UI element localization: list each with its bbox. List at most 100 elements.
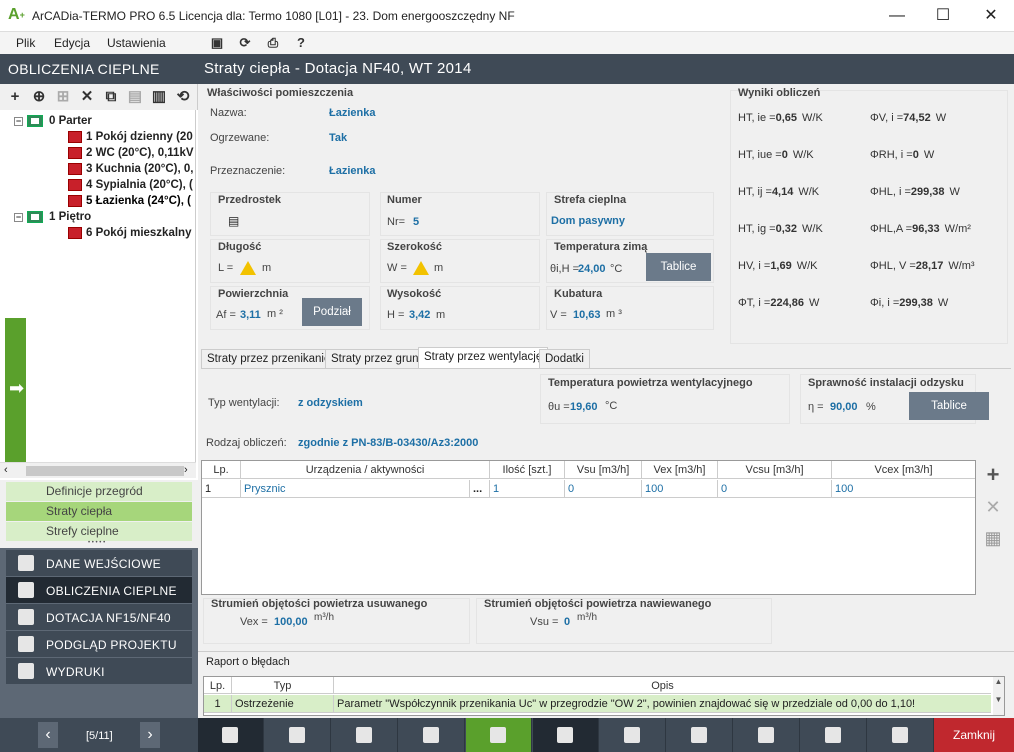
table-cell[interactable]: 1 [490, 480, 565, 498]
calculator-icon[interactable]: ▦ [983, 528, 1003, 548]
table-cell[interactable]: 100 [642, 480, 718, 498]
Af-value[interactable]: 3,11 [240, 309, 261, 321]
eta-value[interactable]: 90,00 [830, 401, 858, 413]
err-cell[interactable]: 1 [204, 695, 232, 713]
name-value[interactable]: Łazienka [329, 107, 375, 119]
add-room-icon[interactable]: ⊕ [30, 88, 48, 106]
prefix-picker-icon[interactable]: ▤ [228, 214, 239, 228]
nav-preview[interactable]: PODGLĄD PROJEKTU [6, 631, 192, 657]
copy-icon[interactable]: ⧉ [102, 88, 120, 106]
close-button[interactable]: Zamknij [934, 718, 1014, 752]
table-icon [423, 727, 439, 743]
result-unit: W/m³ [948, 260, 975, 272]
error-scrollbar[interactable]: ▲ ▼ [993, 677, 1004, 715]
menu-edit[interactable]: Edycja [54, 36, 90, 50]
tab-additions[interactable]: Dodatki [539, 349, 590, 368]
bottom-print-button[interactable] [868, 718, 934, 752]
building-tree: −0 Parter 1 Pokój dzienny (20 2 WC (20°C… [0, 110, 196, 466]
theta-u-value[interactable]: 19,60 [570, 401, 598, 413]
floor-icon [27, 211, 43, 223]
nav-prints[interactable]: WYDRUKI [6, 658, 192, 684]
table-cell[interactable]: 0 [718, 480, 832, 498]
result-item: ΦRH, i =0 W [870, 149, 935, 161]
bottom-edit2-button[interactable] [332, 718, 398, 752]
browse-button[interactable]: ... [470, 480, 490, 498]
nav-grant[interactable]: DOTACJA NF15/NF40 [6, 604, 192, 630]
heated-label: Ogrzewane: [210, 132, 270, 144]
tree-node-room-selected[interactable]: 5 Łazienka (24°C), ( [68, 195, 191, 207]
recovery-tables-button[interactable]: Tablice [909, 392, 989, 420]
table-cell[interactable]: 100 [832, 480, 975, 498]
table-cell[interactable]: 0 [565, 480, 642, 498]
bottom-table-button[interactable] [399, 718, 465, 752]
sync-icon[interactable]: ⟲ [174, 88, 192, 106]
maximize-button[interactable]: ☐ [920, 0, 966, 32]
bottom-edit-button[interactable] [265, 718, 331, 752]
tab-transmission[interactable]: Straty przez przenikanie [201, 349, 337, 368]
purpose-value[interactable]: Łazienka [329, 165, 375, 177]
result-symbol: HT, ie [738, 112, 767, 124]
tree-node-room[interactable]: 3 Kuchnia (20°C), 0, [68, 163, 194, 175]
nav-heat-calc[interactable]: OBLICZENIA CIEPLNE [6, 577, 192, 603]
theta-value[interactable]: 24,00 [578, 263, 606, 275]
prev-page-button[interactable]: ‹ [38, 722, 58, 748]
result-unit: W/K [802, 223, 823, 235]
add-icon[interactable]: + [6, 88, 24, 106]
tree-horizontal-scrollbar[interactable]: ‹ › [0, 462, 196, 478]
room-icon [68, 179, 82, 191]
tree-node-room[interactable]: 4 Sypialnia (20°C), ( [68, 179, 193, 191]
tree-node-floor[interactable]: −1 Piętro [14, 211, 91, 223]
preview-icon[interactable]: ⎙ [264, 34, 282, 52]
purpose-label: Przeznaczenie: [210, 165, 286, 177]
copy-list-icon[interactable]: ▥ [150, 88, 168, 106]
heated-value[interactable]: Tak [329, 132, 347, 144]
H-value[interactable]: 3,42 [409, 309, 430, 321]
bottom-list-button[interactable] [600, 718, 666, 752]
bottom-input-button[interactable] [198, 718, 264, 752]
nr-value[interactable]: 5 [413, 216, 419, 228]
refresh-icon[interactable]: ⟳ [236, 34, 254, 52]
add-row-icon[interactable]: + [983, 464, 1003, 486]
split-button[interactable]: Podział [302, 298, 362, 326]
result-unit: W/K [798, 186, 820, 198]
delete-icon[interactable]: ✕ [78, 88, 96, 106]
nav-input-data[interactable]: DANE WEJŚCIOWE [6, 550, 192, 576]
menu-file[interactable]: Plik [16, 36, 35, 50]
bottom-calc-button[interactable] [533, 718, 599, 752]
tree-node-floor[interactable]: −0 Parter [14, 115, 92, 127]
result-item: Φi, i =299,38 W [870, 297, 949, 309]
subnav-heat-losses[interactable]: Straty ciepła [6, 502, 192, 521]
subnav-heat-zones[interactable]: Strefy cieplne [6, 522, 192, 541]
help-icon[interactable]: ? [292, 34, 310, 52]
zone-value[interactable]: Dom pasywny [551, 215, 625, 227]
number-label: Numer [387, 194, 422, 206]
tree-node-room[interactable]: 1 Pokój dzienny (20 [68, 131, 193, 143]
bottom-list2-button[interactable] [667, 718, 733, 752]
bottom-heat-button[interactable] [466, 718, 532, 752]
menu-settings[interactable]: Ustawienia [107, 36, 166, 50]
save-icon[interactable]: ▣ [208, 34, 226, 52]
tree-node-room[interactable]: 6 Pokój mieszkalny [68, 227, 191, 239]
vent-type-value[interactable]: z odzyskiem [298, 397, 363, 409]
tree-node-room[interactable]: 2 WC (20°C), 0,11kV [68, 147, 194, 159]
bottom-preview-button[interactable] [734, 718, 800, 752]
calc-type-value[interactable]: zgodnie z PN-83/B-03430/Az3:2000 [298, 437, 478, 449]
result-item: HT, ij =4,14 W/K [738, 186, 820, 198]
add-sub-icon[interactable]: ⊞ [54, 88, 72, 106]
next-page-button[interactable]: › [140, 722, 160, 748]
tab-ventilation[interactable]: Straty przez wentylację [418, 347, 549, 368]
table-cell[interactable]: 1 [202, 480, 241, 498]
bottom-preview2-button[interactable] [801, 718, 867, 752]
expand-panel-handle[interactable]: ➡ [5, 318, 26, 468]
subnav-partitions[interactable]: Definicje przegród [6, 482, 192, 501]
err-cell[interactable]: Parametr "Współczynnik przenikania Uc" w… [334, 695, 991, 713]
tables-button[interactable]: Tablice [646, 253, 711, 281]
more-dots[interactable]: • • • • • [88, 540, 105, 546]
delete-row-icon[interactable]: ✕ [983, 497, 1003, 517]
err-cell[interactable]: Ostrzeżenie [232, 695, 334, 713]
paste-icon[interactable]: ▤ [126, 88, 144, 106]
table-cell[interactable]: Prysznic [241, 480, 470, 498]
close-window-button[interactable]: ✕ [968, 0, 1014, 32]
minimize-button[interactable]: — [874, 0, 920, 32]
tab-ground[interactable]: Straty przez grunt [325, 349, 428, 368]
